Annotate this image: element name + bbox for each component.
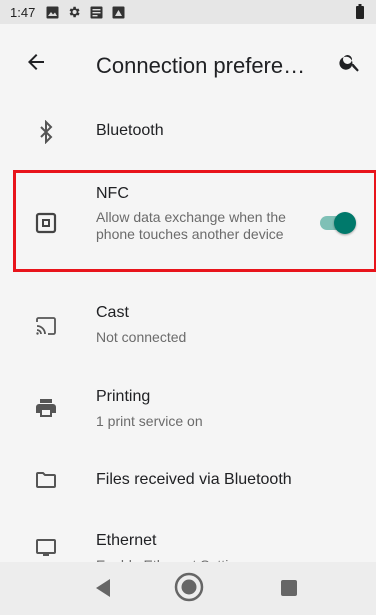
arrow-back-icon[interactable] (24, 50, 48, 74)
page-title: Connection prefere… (96, 53, 306, 78)
nav-back-icon[interactable] (92, 576, 112, 600)
settings-screen: 1:47 Connection prefere… Bluetooth NFC A… (0, 0, 376, 615)
search-icon[interactable] (338, 50, 362, 74)
list-item-title: Ethernet (96, 532, 157, 549)
toolbar: Connection prefere… (0, 24, 376, 100)
photo-icon (111, 5, 125, 19)
cast-icon (34, 314, 58, 338)
bluetooth-icon (34, 120, 58, 144)
list-item-subtitle: Not connected (96, 329, 187, 345)
navigation-bar (0, 562, 376, 615)
list-item-files-received[interactable]: Files received via Bluetooth (0, 452, 376, 516)
status-bar: 1:47 (0, 0, 376, 24)
highlight-box (13, 170, 376, 272)
list-item-cast[interactable]: Cast Not connected (0, 290, 376, 366)
photo-icon (45, 5, 59, 19)
gear-icon (67, 5, 81, 19)
list-item-printing[interactable]: Printing 1 print service on (0, 372, 376, 448)
nav-recents-icon[interactable] (281, 580, 297, 596)
monitor-icon (34, 536, 58, 560)
list-item-title: Files received via Bluetooth (96, 471, 292, 488)
folder-icon (34, 468, 58, 492)
list-item-subtitle: 1 print service on (96, 413, 203, 429)
list-item-title: Cast (96, 304, 129, 321)
status-time: 1:47 (10, 4, 36, 20)
list-item-bluetooth[interactable]: Bluetooth (0, 100, 376, 164)
list-item-title: Printing (96, 388, 151, 405)
battery-icon (356, 4, 364, 19)
notes-icon (89, 5, 103, 19)
print-icon (34, 396, 58, 420)
list-item-title: Bluetooth (96, 122, 164, 139)
nav-home-icon[interactable] (173, 571, 205, 603)
